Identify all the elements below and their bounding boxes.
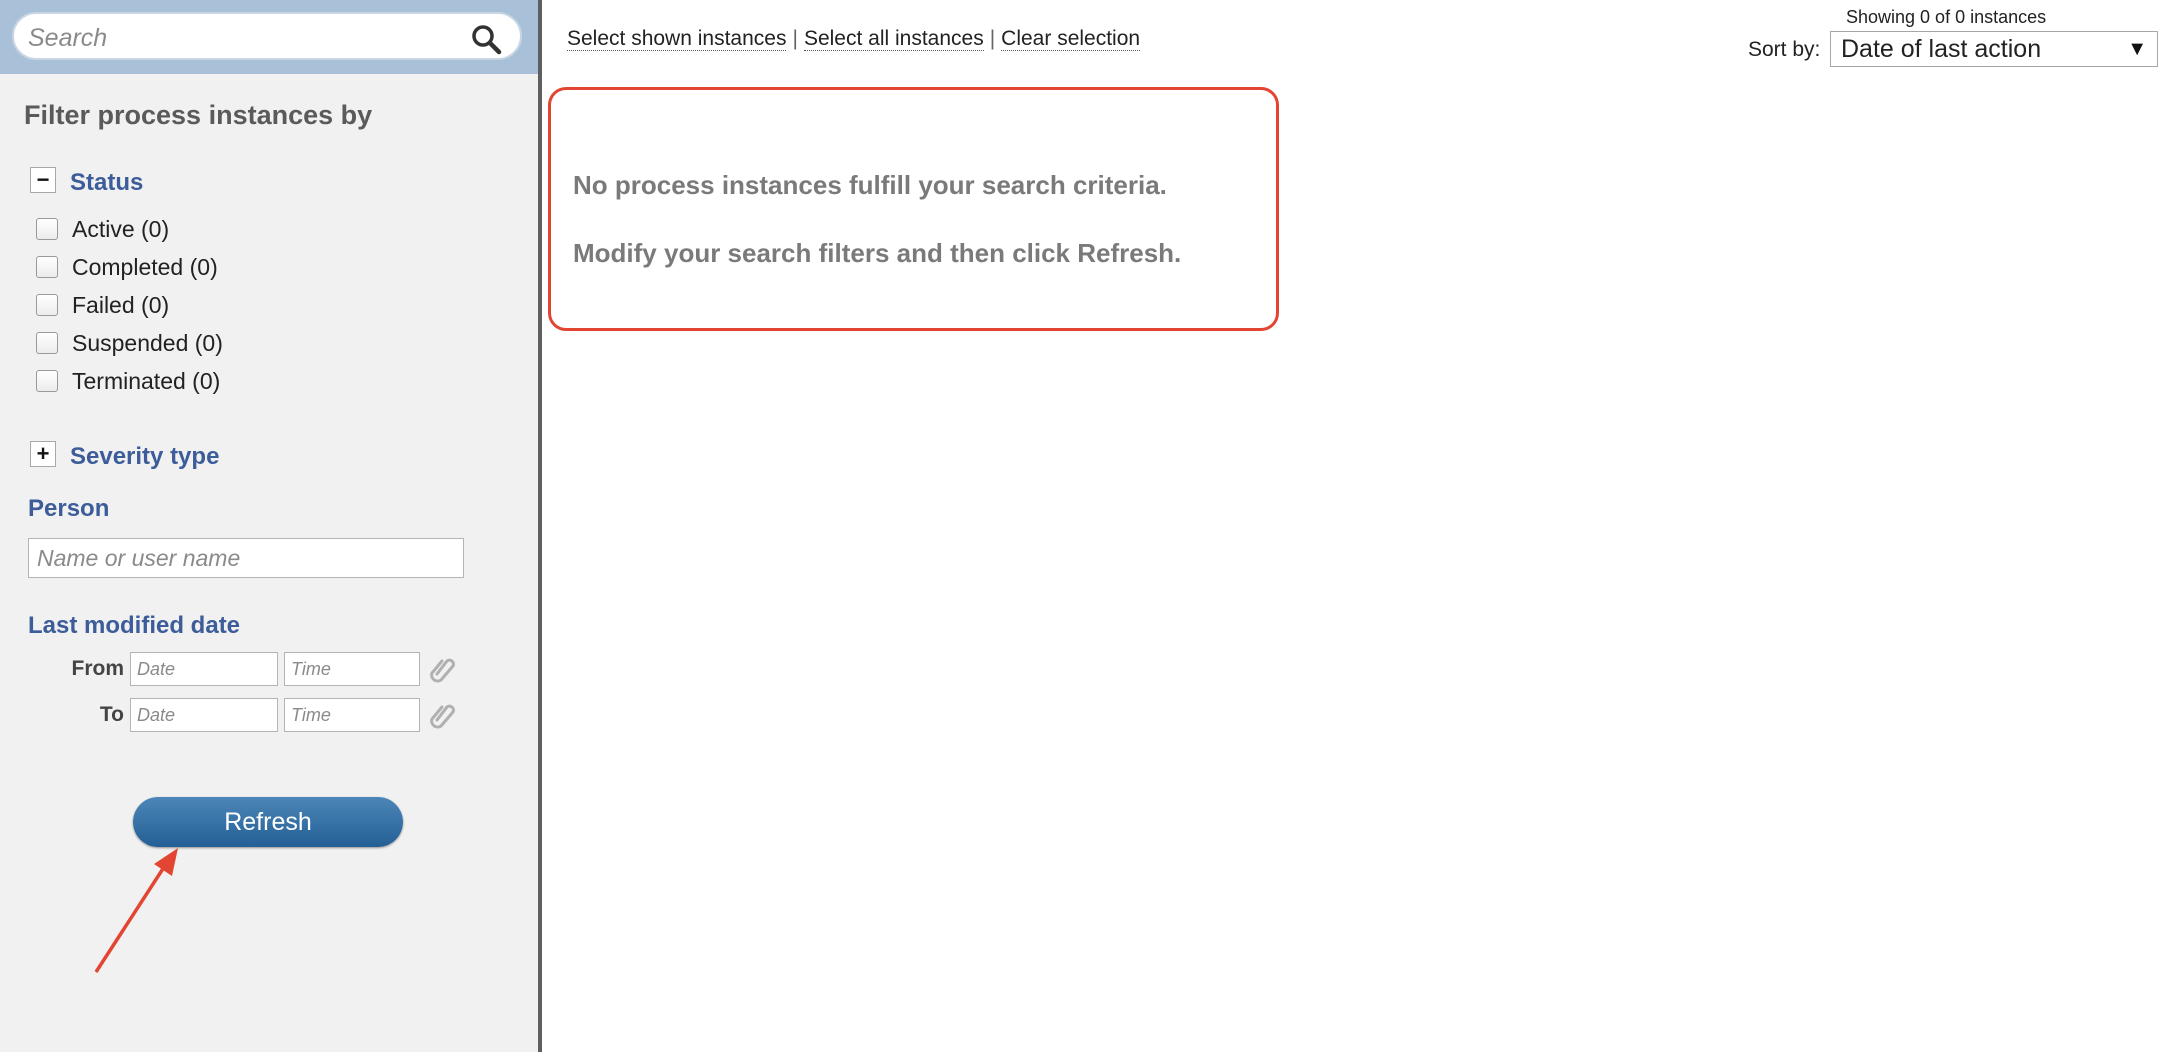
filter-title: Filter process instances by xyxy=(24,100,373,130)
paperclip-icon[interactable] xyxy=(430,654,456,684)
link-separator: | xyxy=(792,27,798,50)
status-label[interactable]: Suspended (0) xyxy=(72,330,223,357)
status-item-active: Active (0) xyxy=(36,210,223,248)
last-modified-label: Last modified date xyxy=(28,612,241,639)
severity-expand-toggle[interactable]: + xyxy=(30,441,56,467)
checkbox-terminated[interactable] xyxy=(36,370,58,392)
caret-down-icon: ▼ xyxy=(2127,38,2147,60)
search-icon[interactable] xyxy=(470,23,502,55)
empty-results-message: No process instances fulfill your search… xyxy=(548,87,1279,331)
clear-selection-link[interactable]: Clear selection xyxy=(1001,27,1141,51)
sort-value: Date of last action xyxy=(1841,35,2042,63)
select-all-link[interactable]: Select all instances xyxy=(803,27,984,51)
to-date-row: To xyxy=(0,697,456,733)
status-section-label[interactable]: Status xyxy=(70,169,143,197)
person-input[interactable] xyxy=(28,538,464,578)
status-checkbox-list: Active (0) Completed (0) Failed (0) Susp… xyxy=(36,210,223,400)
from-label: From xyxy=(71,657,125,680)
empty-message-line-2: Modify your search filters and then clic… xyxy=(573,238,1182,268)
to-time-input[interactable] xyxy=(284,698,420,732)
checkbox-suspended[interactable] xyxy=(36,332,58,354)
sort-label: Sort by: xyxy=(1748,38,1821,61)
search-box xyxy=(12,12,522,60)
severity-section-label[interactable]: Severity type xyxy=(70,443,219,471)
filter-sidebar: Filter process instances by − Status Act… xyxy=(0,0,542,1052)
showing-count: Showing 0 of 0 instances xyxy=(1846,7,2047,27)
status-item-completed: Completed (0) xyxy=(36,248,223,286)
from-date-input[interactable] xyxy=(130,652,278,686)
paperclip-icon[interactable] xyxy=(430,700,456,730)
status-collapse-toggle[interactable]: − xyxy=(30,167,56,193)
link-separator: | xyxy=(989,27,996,50)
status-label[interactable]: Terminated (0) xyxy=(72,368,220,395)
annotation-arrow-icon xyxy=(94,848,178,973)
status-item-suspended: Suspended (0) xyxy=(36,324,223,362)
checkbox-active[interactable] xyxy=(36,218,58,240)
from-date-row: From xyxy=(0,651,456,687)
checkbox-completed[interactable] xyxy=(36,256,58,278)
status-label[interactable]: Completed (0) xyxy=(72,254,218,281)
selection-links: Select shown instances | Select all instan… xyxy=(567,27,1141,51)
empty-message-line-1: No process instances fulfill your search… xyxy=(573,170,1167,200)
sort-select[interactable]: Date of last action ▼ xyxy=(1830,31,2158,67)
status-label[interactable]: Failed (0) xyxy=(72,292,169,319)
person-label: Person xyxy=(28,495,110,522)
to-date-input[interactable] xyxy=(130,698,278,732)
select-shown-link[interactable]: Select shown instances xyxy=(567,27,787,51)
from-time-input[interactable] xyxy=(284,652,420,686)
search-input[interactable] xyxy=(26,20,460,56)
search-bar-area xyxy=(0,0,538,74)
status-item-failed: Failed (0) xyxy=(36,286,223,324)
status-item-terminated: Terminated (0) xyxy=(36,362,223,400)
status-label[interactable]: Active (0) xyxy=(72,216,169,243)
to-label: To xyxy=(99,703,124,726)
checkbox-failed[interactable] xyxy=(36,294,58,316)
